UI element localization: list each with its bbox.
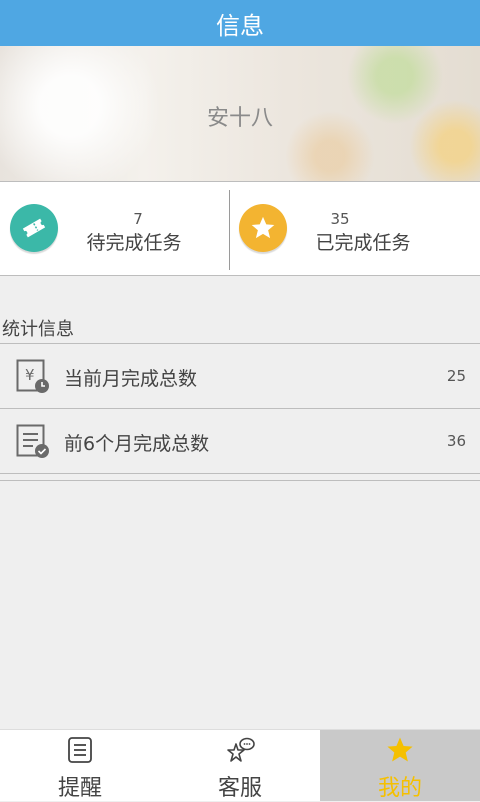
list-item[interactable]: 前6个月完成总数 36 — [0, 409, 480, 474]
tab-support[interactable]: 客服 — [160, 730, 320, 801]
tab-label: 我的 — [377, 776, 422, 801]
yuan-clock-icon: ¥ — [16, 359, 49, 393]
ticket-icon — [10, 204, 58, 252]
row-label: 当前月完成总数 — [64, 368, 198, 390]
tab-bar: 提醒 客服 我的 — [0, 729, 480, 801]
row-label: 前6个月完成总数 — [64, 433, 210, 455]
row-value: 36 — [446, 432, 466, 450]
section-title: 统计信息 — [2, 319, 74, 340]
document-check-icon — [16, 424, 49, 458]
tab-mine[interactable]: 我的 — [320, 730, 480, 801]
row-value: 25 — [446, 367, 466, 385]
star-icon — [387, 737, 413, 762]
profile-banner: 安十八 — [0, 46, 480, 182]
list-divider — [0, 480, 480, 481]
stats-list: ¥ 当前月完成总数 25 前6个月完成总数 36 — [0, 343, 480, 474]
done-count: 35 — [330, 210, 350, 228]
tab-label: 提醒 — [57, 776, 102, 801]
tab-label: 客服 — [217, 776, 262, 801]
task-stats: 7 待完成任务 35 已完成任务 — [0, 182, 480, 276]
title-bar: 信息 — [0, 0, 480, 46]
pending-count: 7 — [133, 210, 143, 228]
tab-reminders[interactable]: 提醒 — [0, 730, 160, 801]
page-title: 信息 — [216, 11, 264, 40]
svg-text:¥: ¥ — [25, 366, 35, 384]
username: 安十八 — [206, 106, 273, 131]
list-icon — [68, 737, 92, 763]
chat-icon — [227, 737, 255, 762]
done-label: 已完成任务 — [315, 232, 411, 254]
list-item[interactable]: ¥ 当前月完成总数 25 — [0, 344, 480, 409]
stats-divider — [229, 190, 230, 270]
pending-label: 待完成任务 — [86, 232, 182, 254]
